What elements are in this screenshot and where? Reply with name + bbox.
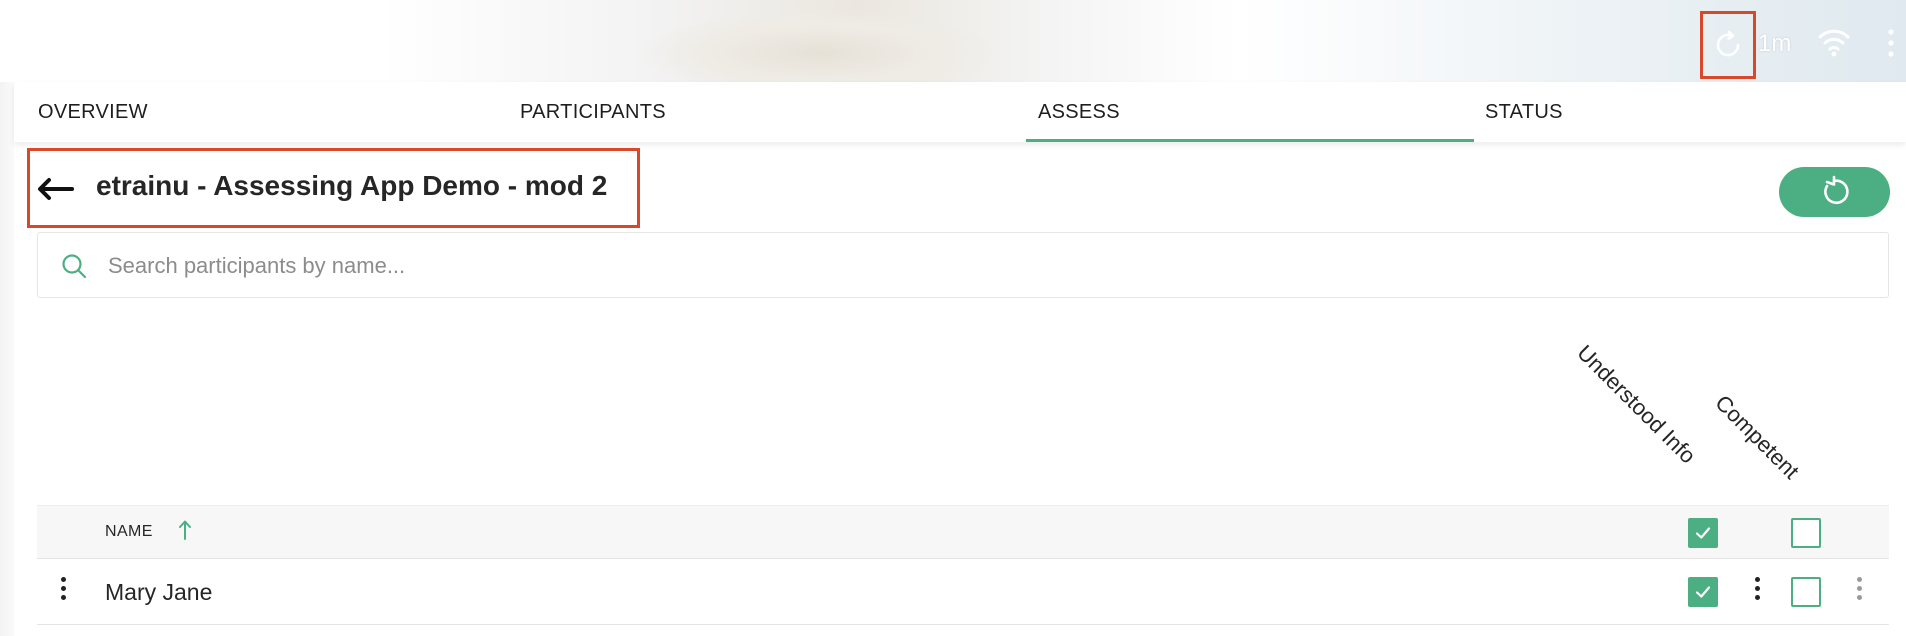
page-title: etrainu - Assessing App Demo - mod 2 [96,170,608,201]
select-all-competent-checkbox[interactable] [1791,518,1821,548]
select-all-understood-checkbox[interactable] [1688,518,1718,548]
top-banner [0,0,1906,82]
sync-icon [1716,30,1740,57]
tab-bar: OVERVIEW PARTICIPANTS ASSESS STATUS [14,82,1906,142]
tab-participants[interactable]: PARTICIPANTS [520,82,666,142]
refresh-button[interactable] [1779,167,1890,217]
tab-overview[interactable]: OVERVIEW [38,82,148,142]
checkmark-icon [1695,586,1711,598]
refresh-icon [1823,175,1849,204]
active-tab-indicator [1026,139,1474,142]
column-header-understood-info: Understood Info [1572,340,1701,469]
row-menu-icon[interactable] [58,577,68,607]
back-arrow-icon[interactable] [36,176,74,202]
wifi-icon [1818,29,1850,57]
column-header-competent: Competent [1710,390,1805,484]
tab-status[interactable]: STATUS [1485,82,1563,142]
search-box [37,232,1889,298]
sort-arrow-up-icon[interactable] [177,518,193,542]
table-row: Mary Jane [37,559,1889,625]
understood-checkbox[interactable] [1688,577,1718,607]
checkmark-icon [1695,527,1711,539]
competent-checkbox[interactable] [1791,577,1821,607]
tab-assess[interactable]: ASSESS [1038,82,1120,142]
participant-name: Mary Jane [105,579,213,605]
understood-options-icon[interactable] [1752,577,1762,607]
more-vertical-icon[interactable] [1886,28,1896,58]
sync-status-button[interactable] [1700,11,1756,79]
search-icon [62,254,87,279]
name-column-header[interactable]: NAME [105,523,153,541]
competent-options-icon[interactable] [1854,577,1864,607]
sync-age-label: 1m [1758,30,1792,57]
left-edge [0,82,14,636]
banner-background-image [640,10,1000,82]
table-header-row: NAME [37,505,1889,559]
search-input[interactable] [106,243,1870,289]
